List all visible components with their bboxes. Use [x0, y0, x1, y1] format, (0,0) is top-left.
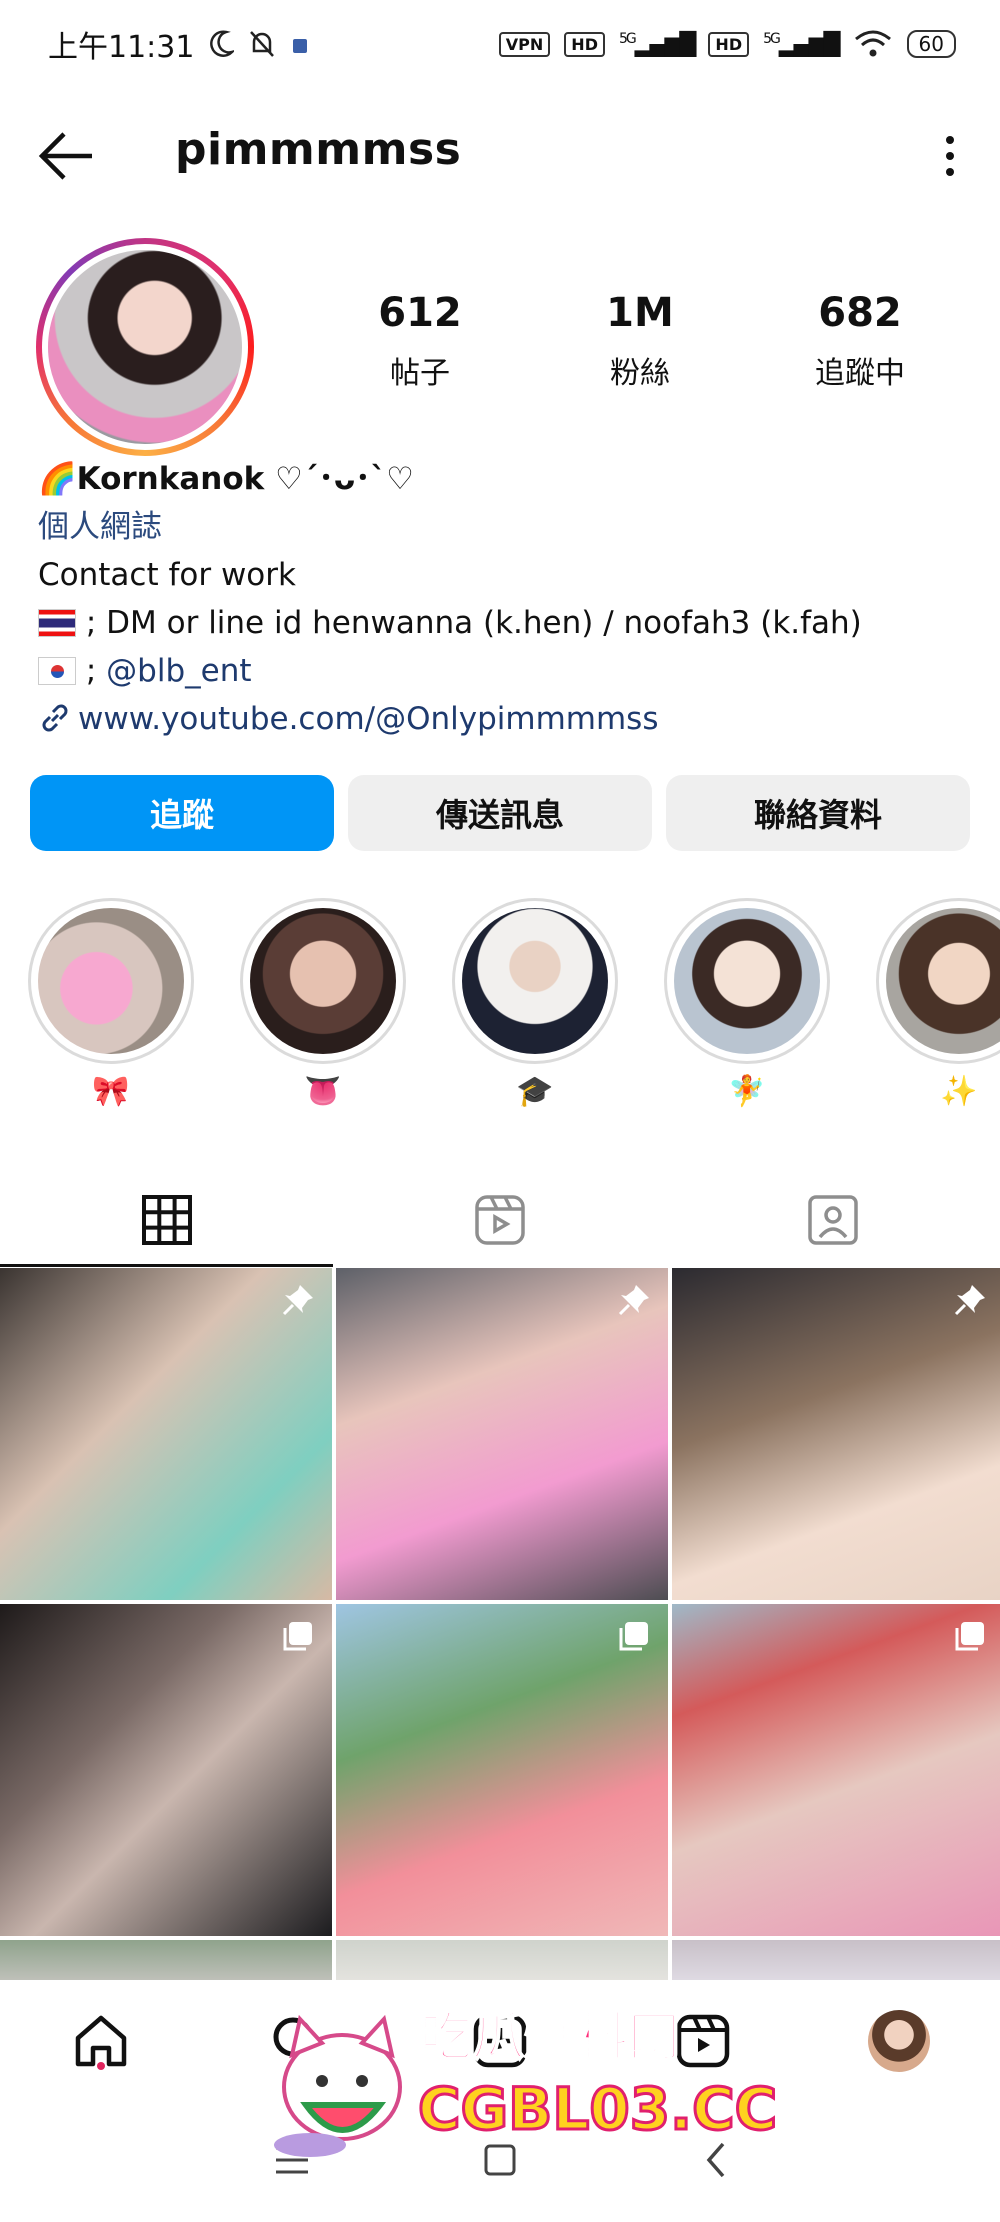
- cat-mascot-icon: [274, 2014, 402, 2157]
- highlight-cover: [886, 908, 1000, 1054]
- highlight-label: 🎓: [516, 1074, 554, 1109]
- vpn-badge: VPN: [498, 31, 551, 57]
- signal-5g-icon-2: 5G▂▄▆█: [763, 30, 840, 58]
- more-options-icon[interactable]: [930, 126, 970, 186]
- watermark-url: CGBL03.CC: [416, 2074, 778, 2145]
- page-title: pimmmmss: [175, 124, 462, 175]
- highlight-cover: [38, 908, 184, 1054]
- followers-count-label: 粉絲: [610, 356, 670, 391]
- carousel-icon: [619, 1622, 648, 1651]
- tab-posts-grid[interactable]: [0, 1170, 333, 1270]
- carousel-icon: [283, 1622, 312, 1651]
- status-time: 上午11:31: [48, 30, 195, 65]
- signal-5g-icon: 5G▂▄▆█: [618, 30, 696, 58]
- carousel-icon: [955, 1622, 984, 1651]
- highlight-item[interactable]: 🎓: [452, 898, 618, 1109]
- watermark: 吃瓜爆料网 CGBL03.CC: [270, 1975, 779, 2175]
- link-icon: [42, 704, 68, 732]
- post-thumbnail[interactable]: [0, 1268, 332, 1600]
- korea-flag-icon: [38, 657, 76, 685]
- tab-reels[interactable]: [333, 1170, 666, 1270]
- status-right: VPN HD 5G▂▄▆█ HD 5G▂▄▆█ 60: [498, 29, 956, 59]
- tagged-user-icon: [807, 1195, 858, 1245]
- highlight-label: ✨: [940, 1074, 978, 1109]
- bell-muted-icon: [250, 31, 275, 57]
- profile-tabs: [0, 1170, 1000, 1270]
- status-left: 上午11:31: [48, 22, 310, 66]
- bio-line-thai-text: ; DM or line id henwanna (k.hen) / noofa…: [76, 605, 862, 641]
- bio-line-contact: Contact for work: [38, 557, 296, 593]
- post-thumbnail[interactable]: [0, 1604, 332, 1936]
- story-highlights: 🎀 👅 🎓 🧚 ✨: [28, 898, 1000, 1118]
- category-label: 個人網誌: [38, 509, 162, 545]
- followers-count-value: 1M: [606, 290, 674, 336]
- mention-link[interactable]: @blb_ent: [106, 653, 251, 689]
- posts-count[interactable]: 612 帖子: [320, 290, 520, 392]
- profile-stats: 612 帖子 1M 粉絲 682 追蹤中: [320, 290, 960, 392]
- follow-button[interactable]: 追蹤: [30, 775, 334, 851]
- nav-profile[interactable]: [864, 2006, 934, 2076]
- home-notification-dot: [97, 2062, 105, 2070]
- posts-count-value: 612: [378, 290, 462, 336]
- highlight-item[interactable]: 👅: [240, 898, 406, 1109]
- bio-line-thai: ; DM or line id henwanna (k.hen) / noofa…: [38, 599, 968, 647]
- highlight-item[interactable]: 🎀: [28, 898, 194, 1109]
- battery-indicator: 60: [906, 30, 956, 58]
- reels-icon: [474, 1195, 525, 1245]
- pin-icon: [954, 1285, 985, 1316]
- contact-button[interactable]: 聯絡資料: [666, 775, 970, 851]
- highlight-cover: [462, 908, 608, 1054]
- highlight-label: 🧚: [728, 1074, 766, 1109]
- active-tab-indicator: [0, 1264, 333, 1267]
- posts-grid: [0, 1268, 1000, 1988]
- pin-icon: [618, 1285, 649, 1316]
- avatar-image: [48, 250, 242, 444]
- moon-icon: [210, 30, 235, 57]
- grid-icon: [141, 1195, 192, 1245]
- profile-bio: 🌈Kornkanok ♡´･ᴗ･`♡ 個人網誌 Contact for work…: [38, 455, 968, 743]
- following-count-value: 682: [818, 290, 902, 336]
- highlight-cover: [674, 908, 820, 1054]
- post-thumbnail[interactable]: [336, 1268, 668, 1600]
- message-button[interactable]: 傳送訊息: [348, 775, 652, 851]
- thailand-flag-icon: [38, 609, 76, 637]
- notification-app-icon: [293, 39, 308, 53]
- posts-count-label: 帖子: [390, 356, 450, 391]
- status-bar: 上午11:31 VPN HD 5G▂▄▆█ HD 5G▂▄▆█ 60: [0, 0, 1000, 88]
- highlight-item[interactable]: ✨: [876, 898, 1000, 1109]
- wifi-icon: [854, 30, 891, 57]
- profile-actions: 追蹤 傳送訊息 聯絡資料: [30, 775, 970, 851]
- post-thumbnail[interactable]: [336, 1604, 668, 1936]
- highlight-cover: [250, 908, 396, 1054]
- followers-count[interactable]: 1M 粉絲: [540, 290, 740, 392]
- profile-avatar-icon: [868, 2010, 930, 2072]
- post-thumbnail[interactable]: [672, 1268, 1000, 1600]
- following-count[interactable]: 682 追蹤中: [760, 290, 960, 392]
- post-thumbnail[interactable]: [672, 1604, 1000, 1936]
- back-arrow-icon[interactable]: [34, 126, 98, 186]
- watermark-title: 吃瓜爆料网: [419, 2007, 681, 2069]
- profile-header: pimmmmss: [0, 110, 1000, 200]
- bio-line-korea: ; @blb_ent: [38, 647, 968, 695]
- pin-icon: [282, 1285, 313, 1316]
- external-link-text: www.youtube.com/@Onlypimmmmss: [78, 701, 659, 737]
- tab-tagged[interactable]: [666, 1170, 999, 1270]
- highlight-label: 🎀: [92, 1074, 130, 1109]
- hd-badge: HD: [564, 31, 605, 57]
- bio-line-korea-prefix: ;: [76, 653, 107, 689]
- highlight-item[interactable]: 🧚: [664, 898, 830, 1109]
- highlight-label: 👅: [304, 1074, 342, 1109]
- profile-avatar[interactable]: [36, 238, 254, 456]
- display-name: 🌈Kornkanok ♡´･ᴗ･`♡: [38, 461, 414, 497]
- hd-badge-2: HD: [708, 31, 750, 57]
- following-count-label: 追蹤中: [815, 356, 905, 391]
- external-link[interactable]: www.youtube.com/@Onlypimmmmss: [38, 695, 968, 743]
